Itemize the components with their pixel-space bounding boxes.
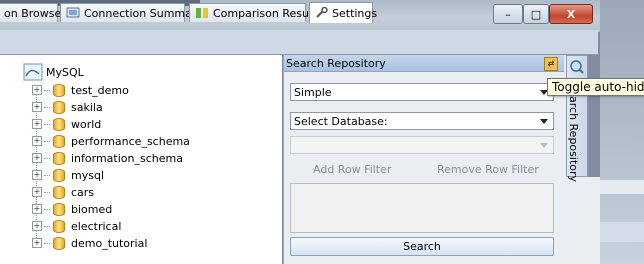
search-repository-icon	[569, 59, 585, 75]
tab-label: Comparison Result	[213, 6, 317, 20]
tree-item[interactable]: + information_schema	[32, 150, 183, 166]
background-bar	[600, 180, 644, 194]
row-filter-list[interactable]	[290, 183, 554, 233]
tree-root[interactable]: MySQL	[23, 63, 84, 81]
close-button[interactable]: X	[549, 4, 593, 24]
tab-object-browser[interactable]: on Browser	[0, 3, 66, 22]
add-row-filter-button[interactable]: Add Row Filter	[313, 163, 391, 176]
database-icon	[53, 202, 65, 216]
tree-item[interactable]: + performance_schema	[32, 133, 190, 149]
tree-item-label: test_demo	[71, 83, 129, 97]
background-window	[600, 0, 644, 264]
expand-icon[interactable]: +	[32, 170, 42, 180]
minimize-icon: –	[505, 7, 511, 21]
database-icon	[53, 83, 65, 97]
database-icon	[53, 151, 65, 165]
wrench-icon	[315, 7, 328, 19]
close-icon: X	[566, 7, 576, 21]
tree-root-label: MySQL	[46, 65, 84, 79]
database-icon	[53, 100, 65, 114]
search-repository-header: Search Repository	[284, 55, 564, 72]
expand-icon[interactable]: +	[32, 153, 42, 163]
tooltip-text: Toggle auto-hide	[552, 80, 644, 94]
expand-icon[interactable]: +	[32, 187, 42, 197]
tree-item-label: world	[71, 117, 102, 131]
button-label: Search	[403, 240, 441, 253]
database-icon	[53, 219, 65, 233]
pin-icon[interactable]: ⇄	[544, 57, 558, 71]
mysql-server-icon	[23, 63, 43, 81]
tree-item-label: biomed	[71, 202, 113, 216]
tree-item-label: performance_schema	[71, 134, 190, 148]
tree-item[interactable]: + sakila	[32, 99, 103, 115]
tree-item[interactable]: + biomed	[32, 201, 112, 217]
search-mode-select[interactable]: Simple	[290, 83, 554, 101]
tree-item[interactable]: + electrical	[32, 218, 121, 234]
expand-icon[interactable]: +	[32, 238, 42, 248]
expand-icon[interactable]: +	[32, 85, 42, 95]
tab-label: on Browser	[4, 6, 66, 20]
database-icon	[53, 134, 65, 148]
database-icon	[53, 168, 65, 182]
background-bar	[600, 222, 644, 242]
tab-strip	[0, 30, 598, 55]
maximize-button[interactable]: □	[523, 4, 549, 24]
tree-item[interactable]: + world	[32, 116, 101, 132]
tree-item-label: electrical	[71, 219, 122, 233]
database-icon	[53, 236, 65, 250]
tab-label: Connection Summary	[84, 6, 203, 20]
tab-connection-summary[interactable]: Connection Summary	[60, 3, 203, 22]
remove-row-filter-button[interactable]: Remove Row Filter	[437, 163, 539, 176]
tree-item-label: demo_tutorial	[71, 236, 148, 250]
tree-item[interactable]: + demo_tutorial	[32, 235, 147, 251]
expand-icon[interactable]: +	[32, 136, 42, 146]
tree-item[interactable]: + mysql	[32, 167, 104, 183]
select-value: Select Database:	[294, 114, 388, 128]
expand-icon[interactable]: +	[32, 221, 42, 231]
expand-icon[interactable]: +	[32, 102, 42, 112]
chevron-down-icon	[540, 119, 548, 124]
tree-item-label: sakila	[71, 100, 103, 114]
table-select[interactable]	[290, 136, 554, 154]
tree-item-label: cars	[71, 185, 95, 199]
expand-icon[interactable]: +	[32, 119, 42, 129]
panel-title: Search Repository	[286, 56, 386, 70]
comparison-icon	[195, 7, 209, 19]
expand-icon[interactable]: +	[32, 204, 42, 214]
tooltip: Toggle auto-hide	[547, 78, 644, 96]
connection-summary-icon	[66, 7, 80, 19]
tree-item-label: information_schema	[71, 151, 183, 165]
database-icon	[53, 117, 65, 131]
database-icon	[53, 185, 65, 199]
search-button[interactable]: Search	[290, 237, 554, 256]
tree-item[interactable]: + cars	[32, 184, 94, 200]
tree-item-label: mysql	[71, 168, 104, 182]
side-tab-label: arch Repository	[567, 96, 580, 183]
tab-settings[interactable]: Settings	[309, 2, 377, 23]
minimize-button[interactable]: –	[493, 4, 523, 24]
chevron-down-icon	[540, 143, 548, 148]
select-value: Simple	[294, 85, 332, 99]
database-select[interactable]: Select Database:	[290, 112, 554, 130]
tab-comparison-result[interactable]: Comparison Result	[189, 3, 316, 22]
maximize-icon: □	[530, 7, 542, 21]
tab-label: Settings	[332, 6, 378, 20]
tree-item[interactable]: + test_demo	[32, 82, 129, 98]
